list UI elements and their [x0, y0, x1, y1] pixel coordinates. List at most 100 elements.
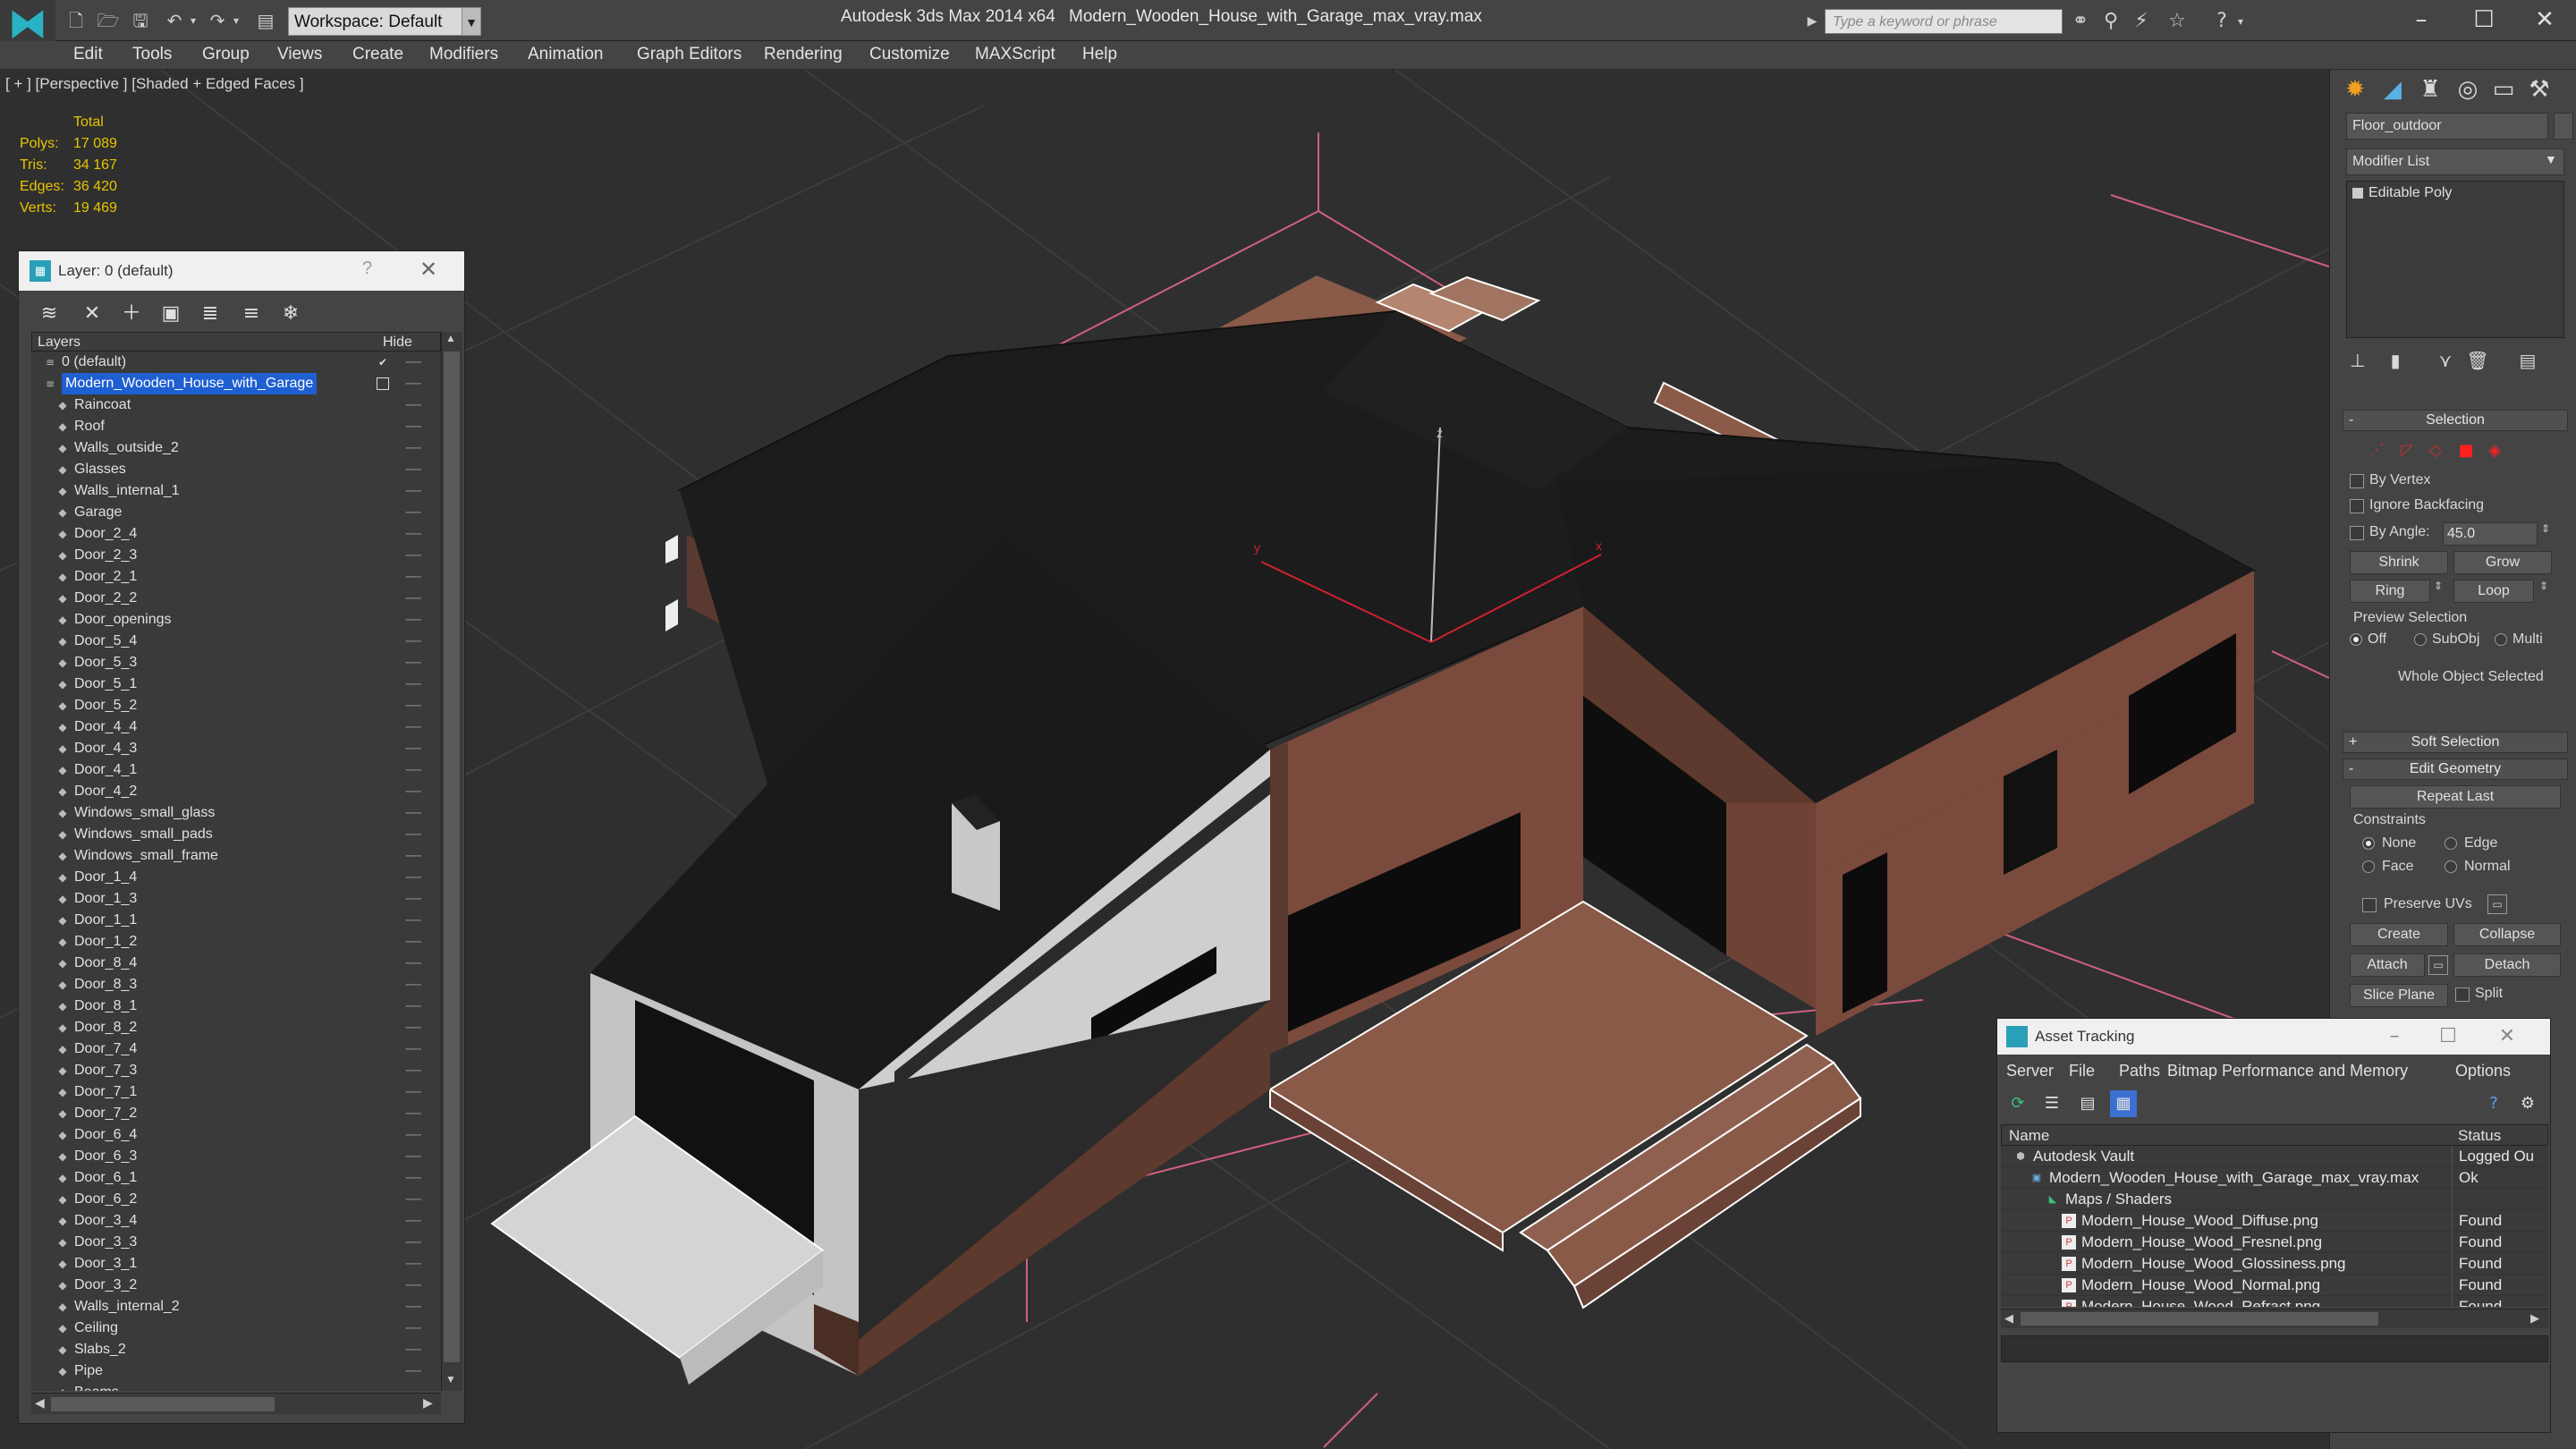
asset-row[interactable]: P Modern_House_Wood_Diffuse.png Found — [2001, 1210, 2548, 1232]
layer-row[interactable]: ◆ Door_8_1 ---- — [31, 996, 441, 1017]
attach-button[interactable]: Attach — [2350, 953, 2425, 977]
menu-create[interactable]: Create — [352, 45, 403, 64]
shrink-button[interactable]: Shrink — [2350, 551, 2448, 574]
display-tab-icon[interactable]: ▭ — [2487, 73, 2520, 106]
column-header-status[interactable]: Status — [2458, 1127, 2501, 1145]
layer-list-horizontal-scrollbar[interactable]: ◀ ▶ — [31, 1393, 441, 1414]
layer-list-vertical-scrollbar[interactable]: ▲ ▼ — [441, 332, 462, 1391]
layer-panel-titlebar[interactable]: ▦ Layer: 0 (default) ? ✕ — [19, 251, 464, 291]
hide-toggle-icon[interactable]: ---- — [405, 1382, 421, 1391]
project-folder-icon[interactable]: ▤ — [254, 9, 277, 32]
hide-toggle-icon[interactable]: ---- — [405, 652, 421, 674]
hide-toggle-icon[interactable]: ---- — [405, 373, 421, 394]
hide-toggle-icon[interactable]: ---- — [405, 738, 421, 759]
layer-row[interactable]: ◆ Slabs_2 ---- — [31, 1339, 441, 1360]
hide-toggle-icon[interactable]: ---- — [405, 502, 421, 523]
asset-row[interactable]: P Modern_House_Wood_Fresnel.png Found — [2001, 1232, 2548, 1253]
create-tab-icon[interactable]: ✹ — [2339, 73, 2371, 106]
scroll-right-icon[interactable]: ▶ — [2530, 1311, 2539, 1326]
menu-group[interactable]: Group — [202, 45, 250, 64]
show-end-result-icon[interactable]: ▮ — [2380, 345, 2411, 376]
layer-row[interactable]: ◆ Door_2_2 ---- — [31, 588, 441, 609]
asset-list-horizontal-scrollbar[interactable]: ◀ ▶ — [2001, 1309, 2548, 1328]
selection-rollout-header[interactable]: - Selection — [2343, 410, 2568, 431]
viewport-label[interactable]: [ + ] [Perspective ] [Shaded + Edged Fac… — [5, 75, 304, 93]
detach-button[interactable]: Detach — [2453, 953, 2561, 977]
help-icon[interactable]: ? — [362, 258, 372, 279]
search-expand-icon[interactable]: ▶ — [1803, 9, 1821, 34]
hide-toggle-icon[interactable]: ---- — [405, 1232, 421, 1253]
column-header-layers[interactable]: Layers — [38, 335, 80, 351]
collapse-button[interactable]: Collapse — [2453, 923, 2561, 946]
remove-modifier-icon[interactable]: 🗑 — [2462, 345, 2493, 376]
modify-tab-icon[interactable]: ◢ — [2377, 73, 2409, 106]
close-icon[interactable]: ✕ — [2480, 1021, 2534, 1053]
asset-path-input[interactable] — [2001, 1335, 2548, 1362]
scroll-thumb[interactable] — [51, 1397, 275, 1411]
select-objects-icon[interactable]: ▣ — [155, 298, 187, 330]
motion-tab-icon[interactable]: ◎ — [2452, 73, 2484, 106]
preview-multi-radio[interactable] — [2495, 633, 2507, 646]
close-button[interactable]: ✕ — [2513, 2, 2576, 38]
hide-toggle-icon[interactable]: ---- — [405, 674, 421, 695]
layer-row[interactable]: ◆ Door_3_1 ---- — [31, 1253, 441, 1275]
element-mode-icon[interactable]: ◈ — [2482, 438, 2507, 463]
layer-row[interactable]: ◆ Door_8_4 ---- — [31, 953, 441, 974]
object-color-swatch[interactable] — [2554, 113, 2573, 140]
layer-row[interactable]: ◆ Door_1_1 ---- — [31, 910, 441, 931]
stack-item-editable-poly[interactable]: Editable Poly — [2352, 185, 2452, 201]
border-mode-icon[interactable]: ◇ — [2423, 438, 2448, 463]
hide-toggle-icon[interactable]: ---- — [405, 845, 421, 867]
hide-toggle-icon[interactable]: ---- — [405, 1167, 421, 1189]
maximize-icon[interactable]: ☐ — [2421, 1021, 2475, 1053]
slice-plane-button[interactable]: Slice Plane — [2350, 984, 2448, 1007]
hide-toggle-icon[interactable]: ---- — [405, 1038, 421, 1060]
hide-toggle-icon[interactable]: ---- — [405, 631, 421, 652]
refresh-icon[interactable]: ⟳ — [2004, 1090, 2031, 1117]
save-file-icon[interactable]: 🖫 — [129, 9, 152, 32]
hide-toggle-icon[interactable]: ---- — [405, 1360, 421, 1382]
layer-row[interactable]: ◆ Door_3_2 ---- — [31, 1275, 441, 1296]
layer-row[interactable]: ◆ Door_3_3 ---- — [31, 1232, 441, 1253]
layer-row[interactable]: ◆ Walls_internal_1 ---- — [31, 480, 441, 502]
hierarchy-tab-icon[interactable]: ♜ — [2414, 73, 2446, 106]
layer-row[interactable]: ◆ Garage ---- — [31, 502, 441, 523]
favorites-star-icon[interactable]: ☆ — [2165, 9, 2190, 34]
hide-toggle-icon[interactable]: ---- — [405, 996, 421, 1017]
angle-value-field[interactable]: 45.0 — [2443, 522, 2538, 546]
hide-all-layers-icon[interactable]: ≡ — [235, 298, 267, 330]
hide-toggle-icon[interactable]: ---- — [405, 352, 421, 373]
hide-toggle-icon[interactable]: ---- — [405, 888, 421, 910]
new-file-icon[interactable]: 🗋 — [64, 9, 88, 32]
highlight-layer-icon[interactable]: ≣ — [194, 298, 226, 330]
asset-row[interactable]: P Modern_House_Wood_Glossiness.png Found — [2001, 1253, 2548, 1275]
layer-row[interactable]: ◆ Door_5_1 ---- — [31, 674, 441, 695]
undo-icon[interactable]: ↶ — [163, 9, 186, 32]
hide-toggle-icon[interactable]: ---- — [405, 759, 421, 781]
asset-row[interactable]: P Modern_House_Wood_Normal.png Found — [2001, 1275, 2548, 1296]
menu-graph-editors[interactable]: Graph Editors — [637, 45, 741, 64]
layer-row[interactable]: ◆ Door_5_4 ---- — [31, 631, 441, 652]
add-layer-icon[interactable]: ＋ — [115, 298, 148, 330]
hide-toggle-icon[interactable]: ---- — [405, 953, 421, 974]
make-unique-icon[interactable]: ⋎ — [2430, 345, 2461, 376]
asset-row[interactable]: ⬢ Autodesk Vault Logged Ou — [2001, 1146, 2548, 1167]
layer-row[interactable]: ◆ Door_7_2 ---- — [31, 1103, 441, 1124]
hide-toggle-icon[interactable]: ---- — [405, 1339, 421, 1360]
scroll-left-icon[interactable]: ◀ — [2004, 1311, 2013, 1326]
repeat-last-button[interactable]: Repeat Last — [2350, 785, 2561, 809]
menu-animation[interactable]: Animation — [528, 45, 604, 64]
preserve-uvs-settings-icon[interactable]: ▭ — [2487, 894, 2507, 914]
layers-icon[interactable]: ≋ — [33, 298, 65, 330]
hide-toggle-icon[interactable]: ---- — [405, 781, 421, 802]
hide-toggle-icon[interactable]: ---- — [405, 802, 421, 824]
active-layer-check-icon[interactable]: ✔ — [377, 356, 389, 369]
menu-customize[interactable]: Customize — [869, 45, 950, 64]
layer-row[interactable]: ◆ Windows_small_glass ---- — [31, 802, 441, 824]
scroll-right-icon[interactable]: ▶ — [423, 1395, 433, 1411]
asset-panel-titlebar[interactable]: Asset Tracking – ☐ ✕ — [1997, 1019, 2550, 1055]
hide-toggle-icon[interactable]: ---- — [405, 931, 421, 953]
asset-row[interactable]: ▣ Modern_Wooden_House_with_Garage_max_vra… — [2001, 1167, 2548, 1189]
asset-menu-bitmap-performance[interactable]: Bitmap Performance and Memory — [2167, 1062, 2408, 1080]
layer-row[interactable]: ◆ Door_5_3 ---- — [31, 652, 441, 674]
